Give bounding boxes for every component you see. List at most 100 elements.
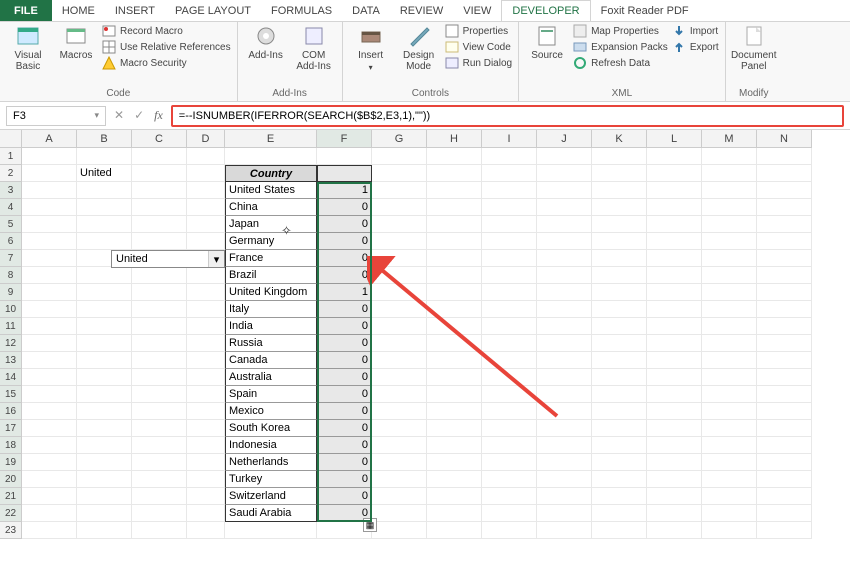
cell-J2[interactable] xyxy=(537,165,592,182)
cell-H6[interactable] xyxy=(427,233,482,250)
cell-E1[interactable] xyxy=(225,148,317,165)
cell-M19[interactable] xyxy=(702,454,757,471)
cell-M4[interactable] xyxy=(702,199,757,216)
tab-view[interactable]: VIEW xyxy=(453,0,501,21)
cell-J5[interactable] xyxy=(537,216,592,233)
cell-A10[interactable] xyxy=(22,301,77,318)
cell-C6[interactable] xyxy=(132,233,187,250)
cell-D20[interactable] xyxy=(187,471,225,488)
cell-G19[interactable] xyxy=(372,454,427,471)
cell-N2[interactable] xyxy=(757,165,812,182)
run-dialog-button[interactable]: Run Dialog xyxy=(445,56,512,70)
col-header-G[interactable]: G xyxy=(372,130,427,148)
select-all-corner[interactable] xyxy=(0,130,22,148)
cell-N4[interactable] xyxy=(757,199,812,216)
cell-N7[interactable] xyxy=(757,250,812,267)
cell-K12[interactable] xyxy=(592,335,647,352)
cell-G7[interactable] xyxy=(372,250,427,267)
cell-M12[interactable] xyxy=(702,335,757,352)
cell-G12[interactable] xyxy=(372,335,427,352)
cell-A1[interactable] xyxy=(22,148,77,165)
cell-C20[interactable] xyxy=(132,471,187,488)
cell-D4[interactable] xyxy=(187,199,225,216)
cell-G4[interactable] xyxy=(372,199,427,216)
cell-E20[interactable]: Turkey xyxy=(225,471,317,488)
tab-review[interactable]: REVIEW xyxy=(390,0,453,21)
cell-B8[interactable] xyxy=(77,267,132,284)
cell-F9[interactable]: 1 xyxy=(317,284,372,301)
cell-C12[interactable] xyxy=(132,335,187,352)
properties-button[interactable]: Properties xyxy=(445,24,512,38)
cell-K11[interactable] xyxy=(592,318,647,335)
cell-B6[interactable] xyxy=(77,233,132,250)
source-button[interactable]: Source xyxy=(525,24,569,61)
cell-G21[interactable] xyxy=(372,488,427,505)
cell-M3[interactable] xyxy=(702,182,757,199)
cell-N13[interactable] xyxy=(757,352,812,369)
cell-F2[interactable] xyxy=(317,165,372,182)
cell-N5[interactable] xyxy=(757,216,812,233)
cell-F13[interactable]: 0 xyxy=(317,352,372,369)
cell-G18[interactable] xyxy=(372,437,427,454)
cell-H22[interactable] xyxy=(427,505,482,522)
cell-K3[interactable] xyxy=(592,182,647,199)
cell-I6[interactable] xyxy=(482,233,537,250)
cell-D9[interactable] xyxy=(187,284,225,301)
cell-L23[interactable] xyxy=(647,522,702,539)
cell-N10[interactable] xyxy=(757,301,812,318)
cell-F17[interactable]: 0 xyxy=(317,420,372,437)
cell-K2[interactable] xyxy=(592,165,647,182)
cell-M1[interactable] xyxy=(702,148,757,165)
cell-J10[interactable] xyxy=(537,301,592,318)
cell-C10[interactable] xyxy=(132,301,187,318)
cell-D16[interactable] xyxy=(187,403,225,420)
cell-J3[interactable] xyxy=(537,182,592,199)
cell-L11[interactable] xyxy=(647,318,702,335)
autofill-options-icon[interactable]: ▦ xyxy=(363,518,377,532)
cell-L21[interactable] xyxy=(647,488,702,505)
cell-D1[interactable] xyxy=(187,148,225,165)
cell-F7[interactable]: 0 xyxy=(317,250,372,267)
cell-K9[interactable] xyxy=(592,284,647,301)
cell-H23[interactable] xyxy=(427,522,482,539)
tab-formulas[interactable]: FORMULAS xyxy=(261,0,342,21)
cell-A22[interactable] xyxy=(22,505,77,522)
tab-foxit[interactable]: Foxit Reader PDF xyxy=(591,0,699,21)
cell-D14[interactable] xyxy=(187,369,225,386)
row-header-21[interactable]: 21 xyxy=(0,488,22,505)
cell-B19[interactable] xyxy=(77,454,132,471)
cell-G17[interactable] xyxy=(372,420,427,437)
col-header-L[interactable]: L xyxy=(647,130,702,148)
cell-F12[interactable]: 0 xyxy=(317,335,372,352)
cell-I21[interactable] xyxy=(482,488,537,505)
cell-E2[interactable]: Country xyxy=(225,165,317,182)
cell-B22[interactable] xyxy=(77,505,132,522)
row-header-11[interactable]: 11 xyxy=(0,318,22,335)
cell-H12[interactable] xyxy=(427,335,482,352)
cell-I2[interactable] xyxy=(482,165,537,182)
cell-D17[interactable] xyxy=(187,420,225,437)
cell-C19[interactable] xyxy=(132,454,187,471)
cell-I10[interactable] xyxy=(482,301,537,318)
cell-J7[interactable] xyxy=(537,250,592,267)
row-header-14[interactable]: 14 xyxy=(0,369,22,386)
cell-A5[interactable] xyxy=(22,216,77,233)
cell-D10[interactable] xyxy=(187,301,225,318)
cell-E15[interactable]: Spain xyxy=(225,386,317,403)
cell-A18[interactable] xyxy=(22,437,77,454)
row-header-22[interactable]: 22 xyxy=(0,505,22,522)
cell-H4[interactable] xyxy=(427,199,482,216)
cell-M10[interactable] xyxy=(702,301,757,318)
cell-A7[interactable] xyxy=(22,250,77,267)
cell-D22[interactable] xyxy=(187,505,225,522)
cell-G5[interactable] xyxy=(372,216,427,233)
cell-I18[interactable] xyxy=(482,437,537,454)
cell-D11[interactable] xyxy=(187,318,225,335)
cell-L17[interactable] xyxy=(647,420,702,437)
cell-K7[interactable] xyxy=(592,250,647,267)
cell-E8[interactable]: Brazil xyxy=(225,267,317,284)
cell-J8[interactable] xyxy=(537,267,592,284)
col-header-I[interactable]: I xyxy=(482,130,537,148)
cell-J14[interactable] xyxy=(537,369,592,386)
cell-G14[interactable] xyxy=(372,369,427,386)
